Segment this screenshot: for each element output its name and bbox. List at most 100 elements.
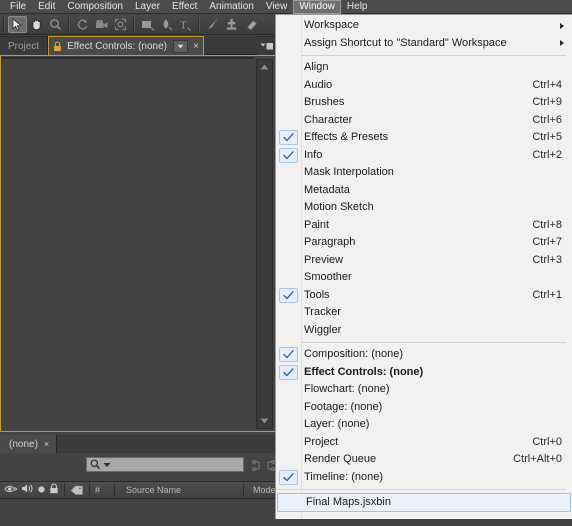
toolbar-divider <box>133 16 135 33</box>
submenu-arrow-icon <box>560 22 564 29</box>
menubar-item-file[interactable]: File <box>4 0 32 14</box>
timeline-search-row <box>0 453 276 479</box>
panel-options-menu-icon[interactable] <box>258 37 276 55</box>
scroll-up-arrow[interactable] <box>258 62 271 72</box>
label-color-icon[interactable] <box>70 485 84 496</box>
scroll-down-arrow[interactable] <box>258 416 271 426</box>
camera-tool[interactable] <box>92 16 111 33</box>
menu-item-effects-presets[interactable]: Effects & Presets Ctrl+5 <box>276 129 572 147</box>
timeline-shy-toggles[interactable] <box>252 460 275 471</box>
audio-icon[interactable] <box>21 481 34 499</box>
menu-item-label: Layer: (none) <box>304 418 370 431</box>
menu-item-paragraph[interactable]: Paragraph Ctrl+7 <box>276 234 572 252</box>
timeline-column-header: # Source Name Mode <box>0 481 276 499</box>
menu-item-effect-controls-none[interactable]: Effect Controls: (none) <box>276 364 572 382</box>
text-tool[interactable]: T <box>176 16 195 33</box>
column-header-mode[interactable]: Mode <box>253 485 276 495</box>
panel-tab-effect-controls-none[interactable]: Effect Controls: (none) × <box>48 36 204 55</box>
selection-tool[interactable] <box>8 16 27 33</box>
panel-tabrow-filler <box>203 36 258 55</box>
menubar-item-window[interactable]: Window <box>293 0 341 14</box>
menu-item-brushes[interactable]: Brushes Ctrl+9 <box>276 94 572 112</box>
shape-tool[interactable] <box>138 16 157 33</box>
menu-item-mask-interpolation[interactable]: Mask Interpolation <box>276 164 572 182</box>
window-menu-items: Workspace Assign Shortcut to "Standard" W… <box>276 15 572 512</box>
check-icon <box>279 347 298 362</box>
menu-item-assign-shortcut-to-standard-workspace[interactable]: Assign Shortcut to "Standard" Workspace <box>276 35 572 53</box>
menu-item-tools[interactable]: Tools Ctrl+1 <box>276 287 572 305</box>
menu-item-paint[interactable]: Paint Ctrl+8 <box>276 217 572 235</box>
menu-item-smoother[interactable]: Smoother <box>276 269 572 287</box>
timeline-search-field[interactable] <box>86 457 244 472</box>
menu-item-audio[interactable]: Audio Ctrl+4 <box>276 77 572 95</box>
menu-item-flowchart-none[interactable]: Flowchart: (none) <box>276 381 572 399</box>
menu-item-footage-none[interactable]: Footage: (none) <box>276 399 572 417</box>
menu-item-project[interactable]: Project Ctrl+0 <box>276 434 572 452</box>
panel-tab-menu-icon[interactable] <box>173 39 188 53</box>
menu-item-label: Final Maps.jsxbin <box>306 496 391 508</box>
menu-item-metadata[interactable]: Metadata <box>276 182 572 200</box>
menu-item-timeline-none[interactable]: Timeline: (none) <box>276 469 572 487</box>
toolbar-divider <box>198 16 200 33</box>
menu-item-character[interactable]: Character Ctrl+6 <box>276 112 572 130</box>
toolbar-divider <box>3 16 5 33</box>
menu-item-layer-none[interactable]: Layer: (none) <box>276 416 572 434</box>
panel-tab-label: Effect Controls: (none) <box>67 40 167 52</box>
close-icon[interactable]: × <box>193 41 199 52</box>
menubar-item-help[interactable]: Help <box>341 0 374 14</box>
menu-item-info[interactable]: Info Ctrl+2 <box>276 147 572 165</box>
solo-icon[interactable] <box>37 481 46 499</box>
menubar-item-effect[interactable]: Effect <box>166 0 203 14</box>
menu-item-tracker[interactable]: Tracker <box>276 304 572 322</box>
brush-tool[interactable] <box>203 16 222 33</box>
menu-item-render-queue[interactable]: Render Queue Ctrl+Alt+0 <box>276 451 572 469</box>
panel-tab-project[interactable]: Project <box>0 37 49 55</box>
header-divider <box>64 483 65 497</box>
search-icon <box>90 459 101 470</box>
menu-separator <box>276 489 566 490</box>
menu-item-shortcut: Ctrl+8 <box>532 218 562 231</box>
menubar-item-edit[interactable]: Edit <box>32 0 61 14</box>
rotation-tool[interactable] <box>73 16 92 33</box>
timeline-tab[interactable]: (none) × <box>0 435 58 453</box>
menu-item-shortcut: Ctrl+7 <box>532 236 562 249</box>
menu-item-wiggler[interactable]: Wiggler <box>276 322 572 340</box>
zoom-tool[interactable] <box>46 16 65 33</box>
menu-item-label: Render Queue <box>304 453 377 466</box>
menu-item-label: Smoother <box>304 271 352 284</box>
menu-item-label: Composition: (none) <box>304 348 404 361</box>
pan-behind-tool[interactable] <box>111 16 130 33</box>
lock-icon[interactable] <box>53 40 62 52</box>
search-input[interactable] <box>111 458 235 471</box>
menu-item-shortcut: Ctrl+4 <box>532 78 562 91</box>
column-header-source-name[interactable]: Source Name <box>126 485 181 495</box>
effect-controls-scrollbar[interactable] <box>256 59 273 429</box>
hand-tool[interactable] <box>27 16 46 33</box>
clone-stamp-tool[interactable] <box>222 16 241 33</box>
menubar-item-view[interactable]: View <box>260 0 294 14</box>
menu-item-label: Assign Shortcut to "Standard" Workspace <box>304 36 507 49</box>
check-icon <box>279 147 298 163</box>
menu-item-composition-none[interactable]: Composition: (none) <box>276 346 572 364</box>
menu-item-motion-sketch[interactable]: Motion Sketch <box>276 199 572 217</box>
toolbar-divider <box>68 16 70 33</box>
menu-item-align[interactable]: Align <box>276 59 572 77</box>
eraser-tool[interactable] <box>241 16 260 33</box>
menu-item-label: Metadata <box>304 183 350 196</box>
menubar-item-animation[interactable]: Animation <box>203 0 259 14</box>
pen-tool[interactable] <box>157 16 176 33</box>
layer-switch-icons <box>0 481 59 499</box>
eye-icon[interactable] <box>4 481 18 499</box>
check-icon <box>279 287 298 303</box>
lock-icon[interactable] <box>49 481 59 499</box>
menu-item-final-maps-jsxbin[interactable]: Final Maps.jsxbin <box>277 493 571 512</box>
column-header-number[interactable]: # <box>95 485 100 495</box>
effect-controls-panel <box>0 55 276 432</box>
menubar-item-composition[interactable]: Composition <box>61 0 129 14</box>
menubar-item-layer[interactable]: Layer <box>129 0 166 14</box>
check-icon <box>279 469 298 485</box>
close-icon[interactable]: × <box>44 439 49 449</box>
menu-item-shortcut: Ctrl+9 <box>532 96 562 109</box>
menu-item-workspace[interactable]: Workspace <box>276 17 572 35</box>
menu-item-preview[interactable]: Preview Ctrl+3 <box>276 252 572 270</box>
